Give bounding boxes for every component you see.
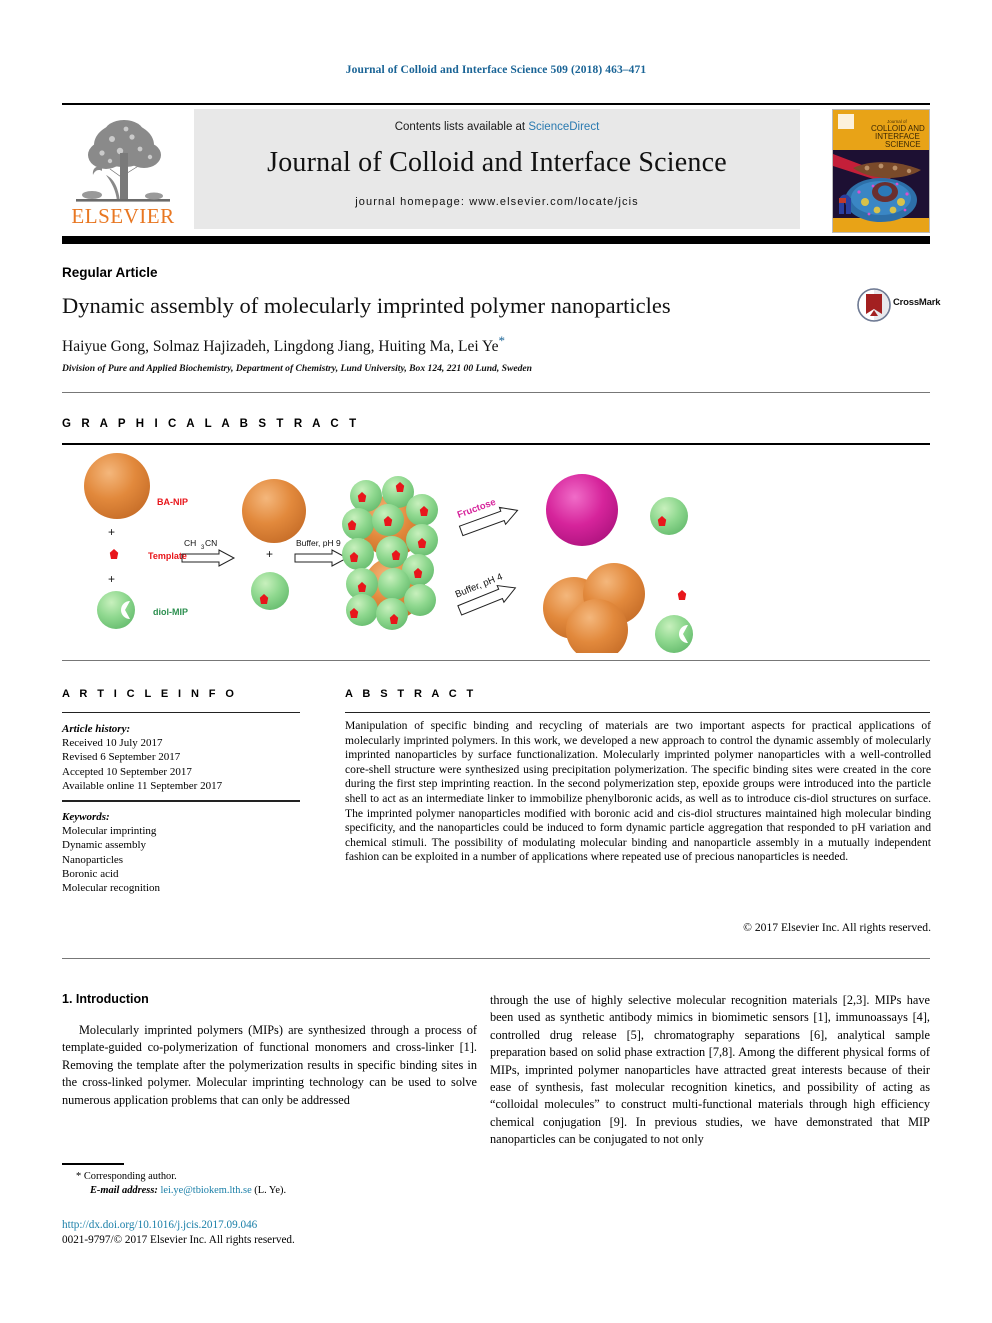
svg-text:Buffer, pH 4: Buffer, pH 4: [454, 571, 504, 600]
keywords-rule: [62, 800, 300, 802]
abstract-heading: A B S T R A C T: [345, 688, 477, 700]
svg-text:+: +: [108, 525, 115, 539]
crossmark-label: CrossMark: [893, 297, 941, 308]
corresponding-author-note: Corresponding author.: [83, 1171, 177, 1182]
issn-copyright: 0021-9797/© 2017 Elsevier Inc. All right…: [62, 1234, 295, 1246]
history-item: Received 10 July 2017: [62, 737, 163, 750]
sciencedirect-link[interactable]: ScienceDirect: [528, 121, 599, 133]
abstract-text: Manipulation of specific binding and rec…: [345, 719, 931, 864]
page-title: Dynamic assembly of molecularly imprinte…: [62, 293, 671, 318]
history-item: Accepted 10 September 2017: [62, 765, 192, 778]
masthead-band: Contents lists available at ScienceDirec…: [194, 109, 800, 229]
author-names: Haiyue Gong, Solmaz Hajizadeh, Lingdong …: [62, 338, 499, 356]
keyword-item: Molecular imprinting: [62, 825, 157, 838]
footnote-rule: [62, 1163, 124, 1165]
paper-page: Journal of Colloid and Interface Science…: [0, 0, 992, 1323]
keyword-item: Dynamic assembly: [62, 839, 147, 852]
masthead-top-rule: [62, 103, 930, 105]
svg-text:Buffer, pH 9: Buffer, pH 9: [296, 538, 341, 548]
elsevier-logo: ELSEVIER: [62, 109, 184, 231]
article-type: Regular Article: [62, 265, 158, 280]
doi-link[interactable]: http://dx.doi.org/10.1016/j.jcis.2017.09…: [62, 1219, 257, 1231]
keyword-item: Nanoparticles: [62, 853, 124, 866]
affiliation: Division of Pure and Applied Biochemistr…: [62, 363, 533, 374]
footnote-marker: *: [76, 1171, 82, 1182]
email-label: E-mail address:: [90, 1185, 158, 1196]
keyword-item: Molecular recognition: [62, 882, 161, 895]
svg-text:Template: Template: [148, 551, 187, 561]
article-info-heading: A R T I C L E I N F O: [62, 688, 238, 700]
masthead-bottom-rule: [62, 236, 930, 244]
svg-text:CH: CH: [184, 538, 196, 548]
intro-right-column: through the use of highly selective mole…: [490, 993, 930, 1147]
crossmark-icon: [857, 288, 891, 322]
abstract-copyright: © 2017 Elsevier Inc. All rights reserved…: [743, 921, 931, 934]
intro-left-column: Molecularly imprinted polymers (MIPs) ar…: [62, 1023, 477, 1107]
article-history: Article history: Received 10 July 2017 R…: [62, 722, 312, 793]
article-history-label: Article history:: [62, 723, 131, 735]
crossmark-badge[interactable]: CrossMark: [857, 288, 941, 322]
elsevier-wordmark: ELSEVIER: [71, 204, 175, 228]
svg-text:Fructose: Fructose: [456, 497, 497, 521]
svg-text:CN: CN: [205, 538, 217, 548]
contents-prefix: Contents lists available at: [394, 121, 529, 133]
history-item: Revised 6 September 2017: [62, 751, 181, 764]
footnote-block: * Corresponding author. E-mail address: …: [62, 1170, 482, 1198]
author-separator-rule: [62, 392, 930, 393]
svg-text:SCIENCE: SCIENCE: [885, 140, 921, 149]
svg-text:+: +: [108, 572, 115, 586]
elsevier-tree-icon: [68, 115, 178, 207]
keyword-item: Boronic acid: [62, 867, 119, 880]
email-owner: (L. Ye).: [254, 1185, 287, 1196]
journal-masthead: ELSEVIER Contents lists available at Sci…: [62, 103, 930, 233]
doi-block: http://dx.doi.org/10.1016/j.jcis.2017.09…: [62, 1218, 482, 1248]
journal-title: Journal of Colloid and Interface Science: [267, 147, 727, 178]
abstract-bottom-rule: [62, 958, 930, 959]
keywords-block: Keywords: Molecular imprinting Dynamic a…: [62, 810, 312, 895]
article-info-rule: [62, 712, 300, 713]
ga-scheme-icon: BA-NIP + Template + diol-MIP CH 3 CN + B…: [84, 453, 693, 661]
graphical-abstract-top-rule: [62, 443, 930, 445]
keywords-label: Keywords:: [62, 811, 110, 823]
abstract-rule: [345, 712, 930, 713]
journal-homepage-link[interactable]: journal homepage: www.elsevier.com/locat…: [194, 196, 800, 208]
svg-text:BA-NIP: BA-NIP: [157, 497, 188, 507]
journal-cover-thumbnail: Journal of COLLOID AND INTERFACE SCIENCE: [832, 109, 930, 233]
cover-artwork-icon: Journal of COLLOID AND INTERFACE SCIENCE: [833, 110, 929, 232]
svg-text:diol-MIP: diol-MIP: [153, 607, 188, 617]
svg-text:+: +: [266, 547, 273, 561]
contents-line: Contents lists available at ScienceDirec…: [194, 121, 800, 133]
graphical-abstract-figure: BA-NIP + Template + diol-MIP CH 3 CN + B…: [62, 448, 930, 661]
corresponding-author-marker: *: [498, 333, 506, 348]
section-heading-introduction: 1. Introduction: [62, 992, 149, 1006]
author-list: Haiyue Gong, Solmaz Hajizadeh, Lingdong …: [62, 333, 505, 356]
history-item: Available online 11 September 2017: [62, 779, 223, 792]
email-link[interactable]: lei.ye@tbiokem.lth.se: [160, 1185, 251, 1196]
graphical-abstract-bottom-rule: [62, 660, 930, 661]
running-head: Journal of Colloid and Interface Science…: [345, 64, 647, 76]
graphical-abstract-heading: G R A P H I C A L A B S T R A C T: [62, 418, 360, 430]
